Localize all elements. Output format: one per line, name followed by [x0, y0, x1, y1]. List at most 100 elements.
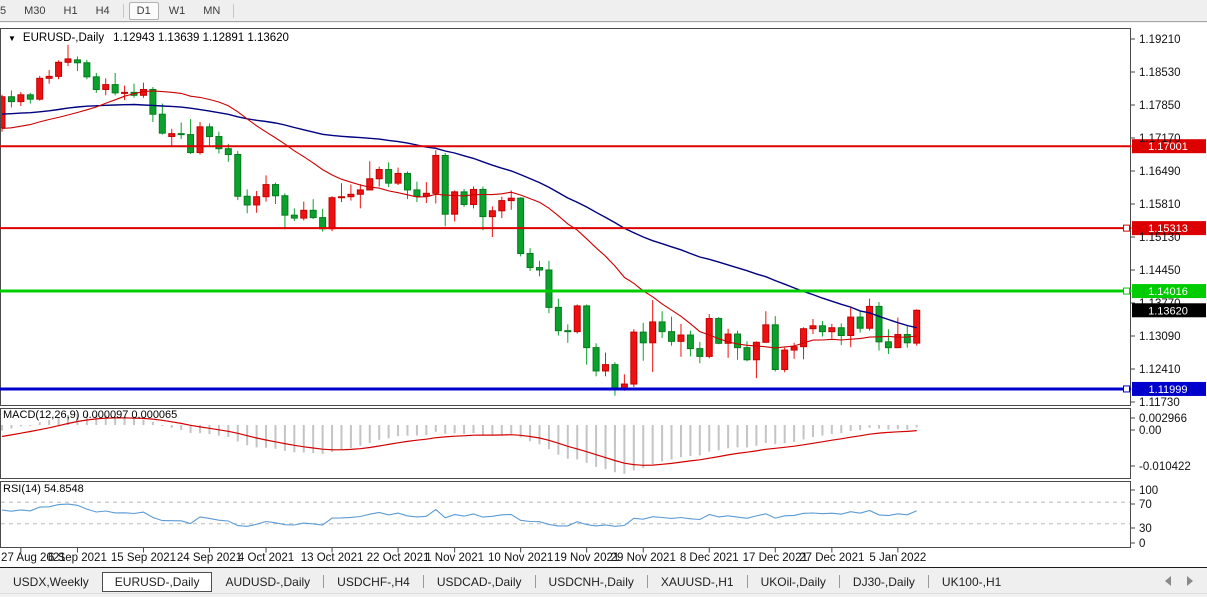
- date-axis-label[interactable]: 19 Nov 2021: [554, 552, 619, 564]
- macd-histogram-bar: [170, 425, 173, 428]
- rsi-axis-label[interactable]: 30: [1139, 523, 1152, 535]
- price-level-badge-text: 1.11999: [1149, 384, 1188, 396]
- macd-histogram-bar: [293, 425, 296, 453]
- chart-tab-ukoil-daily[interactable]: UKOil-,Daily: [748, 572, 839, 592]
- candle-body: [517, 197, 525, 255]
- price-axis-label[interactable]: 1.15130: [1139, 232, 1181, 244]
- chart-tab-dj30-daily[interactable]: DJ30-,Daily: [840, 572, 928, 592]
- rsi-panel[interactable]: [0, 481, 1131, 548]
- date-axis-label[interactable]: 27 Dec 2021: [799, 552, 864, 564]
- macd-histogram-bar: [151, 421, 154, 425]
- timeframe-toolbar: 5 M30 H1 H4 D1 W1 MN: [0, 0, 1207, 22]
- candle-body: [385, 169, 393, 184]
- candle-body: [253, 196, 261, 206]
- timeframe-button-w1[interactable]: W1: [161, 2, 194, 20]
- chart-tab-eurusd-daily[interactable]: EURUSD-,Daily: [101, 571, 213, 592]
- candle-body: [55, 61, 63, 77]
- price-axis-label[interactable]: 1.17850: [1139, 100, 1181, 112]
- date-axis-label[interactable]: 22 Oct 2021: [367, 552, 430, 564]
- date-axis-label[interactable]: 8 Dec 2021: [680, 552, 739, 564]
- chart-legend: ▼ EURUSD-,Daily 1.12943 1.13639 1.12891 …: [8, 32, 289, 44]
- price-level-badge-text: 1.14016: [1148, 286, 1188, 298]
- macd-histogram-bar: [896, 425, 899, 430]
- timeframe-button-h4[interactable]: H4: [88, 2, 118, 20]
- date-axis-label[interactable]: 5 Jan 2022: [869, 552, 926, 564]
- date-axis-label[interactable]: 24 Sep 2021: [177, 552, 242, 564]
- chart-tab-usdcnh-daily[interactable]: USDCNH-,Daily: [536, 572, 647, 592]
- macd-axis-label[interactable]: 0.002966: [1139, 413, 1187, 425]
- price-axis-label[interactable]: 1.14450: [1139, 265, 1181, 277]
- macd-histogram-bar: [481, 425, 484, 435]
- macd-histogram-bar: [585, 425, 588, 463]
- scroll-right-icon[interactable]: [1187, 576, 1193, 586]
- symbol-dropdown-icon[interactable]: ▼: [8, 34, 16, 43]
- timeframe-button-5[interactable]: 5: [0, 2, 14, 20]
- date-axis-label[interactable]: 10 Nov 2021: [488, 552, 553, 564]
- timeframe-button-d1[interactable]: D1: [128, 1, 159, 20]
- macd-histogram-bar: [38, 422, 41, 425]
- chart-tab-usdchf-h4[interactable]: USDCHF-,H4: [324, 572, 423, 592]
- macd-histogram-bar: [877, 425, 880, 429]
- candle-body: [705, 318, 713, 357]
- date-axis-label[interactable]: 4 Oct 2021: [238, 552, 294, 564]
- chart-tab-uk100-h1[interactable]: UK100-,H1: [929, 572, 1014, 592]
- date-axis-label[interactable]: 13 Oct 2021: [301, 552, 364, 564]
- chart-tab-usdcad-daily[interactable]: USDCAD-,Daily: [424, 572, 535, 592]
- candle-body: [290, 214, 298, 219]
- candle-body: [809, 325, 817, 330]
- line-selection-handle[interactable]: [1123, 224, 1130, 232]
- candle-body: [319, 217, 327, 230]
- macd-axis-label[interactable]: -0.010422: [1139, 461, 1191, 473]
- candle-body: [507, 197, 515, 202]
- rsi-axis-label[interactable]: 100: [1139, 485, 1158, 497]
- date-axis-label[interactable]: 6 Sep 2021: [48, 552, 107, 564]
- macd-histogram-bar: [312, 425, 315, 454]
- date-axis-label[interactable]: 17 Dec 2021: [743, 552, 808, 564]
- macd-axis-label[interactable]: 0.00: [1139, 425, 1161, 437]
- chart-tab-xauusd-h1[interactable]: XAUUSD-,H1: [648, 572, 747, 592]
- chart-symbol-title: EURUSD-,Daily: [22, 32, 105, 44]
- timeframe-button-mn[interactable]: MN: [195, 2, 228, 20]
- macd-histogram-bar: [793, 425, 796, 442]
- candle-body: [696, 348, 704, 357]
- candle-body: [828, 327, 836, 333]
- macd-histogram-bar: [783, 425, 786, 444]
- main-price-panel[interactable]: [0, 28, 1131, 406]
- chart-tab-audusd-daily[interactable]: AUDUSD-,Daily: [212, 572, 323, 592]
- timeframe-button-h1[interactable]: H1: [56, 2, 86, 20]
- price-axis-label[interactable]: 1.18530: [1139, 67, 1181, 79]
- rsi-indicator-label: RSI(14) 54.8548: [3, 483, 84, 495]
- price-axis-label[interactable]: 1.17170: [1139, 133, 1181, 145]
- timeframe-button-m30[interactable]: M30: [16, 2, 53, 20]
- macd-histogram-bar: [859, 425, 862, 431]
- candle-body: [158, 113, 166, 134]
- macd-histogram-bar: [274, 425, 277, 449]
- price-axis-label[interactable]: 1.19210: [1139, 34, 1181, 46]
- price-axis-label[interactable]: 1.16490: [1139, 166, 1181, 178]
- toolbar-separator: [233, 3, 235, 18]
- candle-body: [460, 191, 468, 205]
- line-selection-handle[interactable]: [1123, 385, 1130, 393]
- rsi-axis-label[interactable]: 0: [1139, 538, 1145, 550]
- macd-histogram-bar: [915, 425, 918, 428]
- macd-histogram-bar: [802, 425, 805, 440]
- line-selection-handle[interactable]: [1123, 287, 1130, 295]
- scroll-left-icon[interactable]: [1165, 576, 1171, 586]
- date-axis-label[interactable]: 1 Nov 2021: [425, 552, 484, 564]
- macd-histogram-bar: [595, 425, 598, 467]
- date-axis-label[interactable]: 15 Sep 2021: [111, 552, 176, 564]
- price-axis-label[interactable]: 1.11730: [1139, 397, 1180, 409]
- macd-histogram-bar: [453, 425, 456, 434]
- price-axis-label[interactable]: 1.12410: [1139, 364, 1181, 376]
- price-axis-label[interactable]: 1.13090: [1139, 331, 1181, 343]
- chart-tab-usdx-weekly[interactable]: USDX,Weekly: [0, 572, 102, 592]
- price-axis-label[interactable]: 1.15810: [1139, 199, 1181, 211]
- macd-histogram-bar: [689, 425, 692, 457]
- candle-body: [177, 133, 185, 136]
- rsi-axis-label[interactable]: 70: [1139, 499, 1152, 511]
- candle-body: [224, 148, 232, 155]
- macd-histogram-bar: [359, 425, 362, 446]
- date-axis-label[interactable]: 29 Nov 2021: [611, 552, 676, 564]
- candle-body: [432, 154, 440, 194]
- chart-area[interactable]: 1.170011.153131.140161.119991.192101.185…: [0, 0, 1207, 597]
